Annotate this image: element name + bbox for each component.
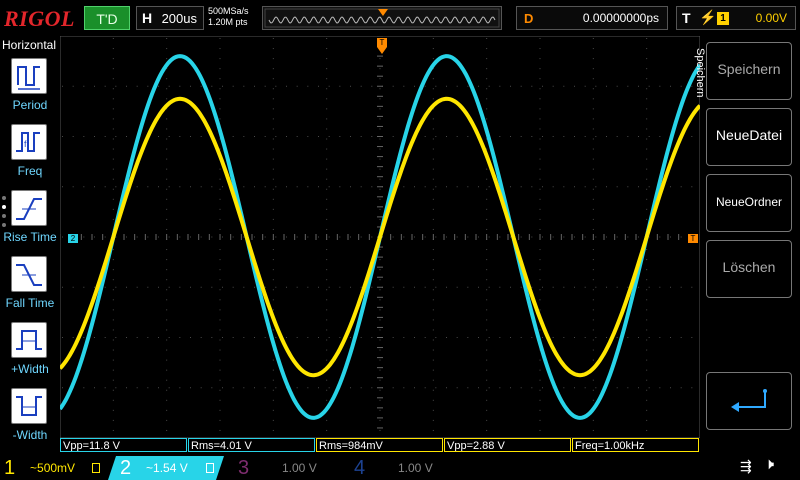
waveform-display[interactable]: T 2 T <box>60 36 700 438</box>
svg-text:2: 2 <box>71 234 76 243</box>
delay-key: D <box>524 11 534 26</box>
measurement-ch1-vpp[interactable]: Vpp=2.88 V <box>444 438 571 452</box>
trigger-position-marker <box>378 9 388 16</box>
channel-4-scale: 1.00 V <box>398 461 433 475</box>
memory-overview-bar[interactable] <box>262 6 502 30</box>
trigger-level-marker[interactable]: T <box>688 234 698 243</box>
top-status-bar: RIGOL T'D H 200us 500MSa/s 1.20M pts D 0… <box>0 0 800 36</box>
channel-4-status[interactable]: 4 1.00 V <box>346 456 456 480</box>
timebase-value: 200us <box>161 11 197 26</box>
svg-text:T: T <box>691 234 696 243</box>
return-button[interactable] <box>706 372 792 430</box>
trigger-display[interactable]: T ⚡ 1 0.00V <box>676 6 796 30</box>
fall-time-icon <box>11 256 47 292</box>
channel-2-number: 2 <box>120 457 132 479</box>
trigger-level: 0.00V <box>755 11 787 25</box>
save-button[interactable]: Speichern <box>706 42 792 100</box>
channel-3-number: 3 <box>238 457 250 479</box>
channel-2-bandwidth-icon <box>206 463 214 473</box>
channel-1-status[interactable]: 1 ~500mV <box>0 456 108 480</box>
rise-time-icon <box>11 190 47 226</box>
measure-rise-time-button[interactable]: Rise Time <box>0 190 60 252</box>
measure-negative-width-button[interactable]: -Width <box>0 388 60 450</box>
channel-3-status[interactable]: 3 1.00 V <box>230 456 340 480</box>
delete-label: Löschen <box>722 259 776 275</box>
measurement-ch1-rms[interactable]: Rms=984mV <box>316 438 443 452</box>
negative-width-label: -Width <box>12 428 48 442</box>
channel-1-bandwidth-icon <box>92 463 100 473</box>
save-menu-title: Speichern <box>694 48 706 98</box>
measure-fall-time-button[interactable]: Fall Time <box>0 256 60 318</box>
frequency-icon: f <box>11 124 47 160</box>
memory-overview-waveform <box>264 8 500 28</box>
rigol-logo: RIGOL <box>4 6 75 31</box>
timebase-display[interactable]: H 200us <box>136 6 204 30</box>
negative-width-icon <box>11 388 47 424</box>
delay-value: 0.00000000ps <box>582 11 659 25</box>
measurement-bar: Vpp=11.8 V Rms=4.01 V Rms=984mV Vpp=2.88… <box>60 438 700 454</box>
frequency-label: Freq <box>17 164 43 178</box>
sample-rate: 500MSa/s <box>208 6 249 16</box>
channel-1-scale: ~500mV <box>30 461 76 475</box>
positive-width-icon <box>11 322 47 358</box>
page-indicator <box>2 196 8 232</box>
new-file-label: NeueDatei <box>715 127 783 143</box>
delete-button[interactable]: Löschen <box>706 240 792 298</box>
return-icon <box>731 389 767 412</box>
period-label: Period <box>12 98 48 112</box>
channel-4-number: 4 <box>354 457 366 479</box>
trigger-key: T <box>682 10 691 26</box>
measurement-ch2-vpp[interactable]: Vpp=11.8 V <box>60 438 187 452</box>
svg-text:f: f <box>24 139 27 149</box>
new-folder-button[interactable]: NeueOrdner <box>706 174 792 232</box>
period-icon <box>11 58 47 94</box>
svg-text:T: T <box>380 38 385 47</box>
run-status-badge[interactable]: T'D <box>84 6 130 30</box>
channel-3-scale: 1.00 V <box>282 461 317 475</box>
acquisition-info: 500MSa/s 1.20M pts <box>208 6 249 28</box>
save-label: Speichern <box>717 61 781 77</box>
channel-2-status[interactable]: 2 ~1.54 V <box>108 456 224 480</box>
speaker-muted-icon[interactable]: 🕨 <box>764 456 774 474</box>
measure-frequency-button[interactable]: f Freq <box>0 124 60 186</box>
channel-status-bar: 1 ~500mV 2 ~1.54 V 3 1.00 V 4 1.00 V ⇶ 🕨 <box>0 454 800 480</box>
channel-1-number: 1 <box>4 457 16 479</box>
channel-2-ground-marker[interactable]: 2 <box>68 234 78 243</box>
measurement-ch1-frequency[interactable]: Freq=1.00kHz <box>572 438 699 452</box>
usb-icon: ⇶ <box>740 458 752 474</box>
fall-time-label: Fall Time <box>5 296 55 310</box>
delay-display[interactable]: D 0.00000000ps <box>516 6 668 30</box>
memory-depth: 1.20M pts <box>208 17 248 27</box>
measure-period-button[interactable]: Period <box>0 58 60 120</box>
rising-edge-icon: ⚡ <box>699 9 717 25</box>
trigger-source-badge: 1 <box>717 12 729 25</box>
panel-title: Horizontal <box>2 38 57 52</box>
rise-time-label: Rise Time <box>3 230 57 244</box>
measure-positive-width-button[interactable]: +Width <box>0 322 60 384</box>
positive-width-label: +Width <box>11 362 49 376</box>
timebase-key: H <box>142 10 153 26</box>
measurement-ch2-rms[interactable]: Rms=4.01 V <box>188 438 315 452</box>
channel-2-scale: ~1.54 V <box>146 461 188 475</box>
new-file-button[interactable]: NeueDatei <box>706 108 792 166</box>
horizontal-measure-panel: Horizontal Period f Freq Rise Time Fall … <box>0 36 60 454</box>
new-folder-label: NeueOrdner <box>715 195 783 209</box>
